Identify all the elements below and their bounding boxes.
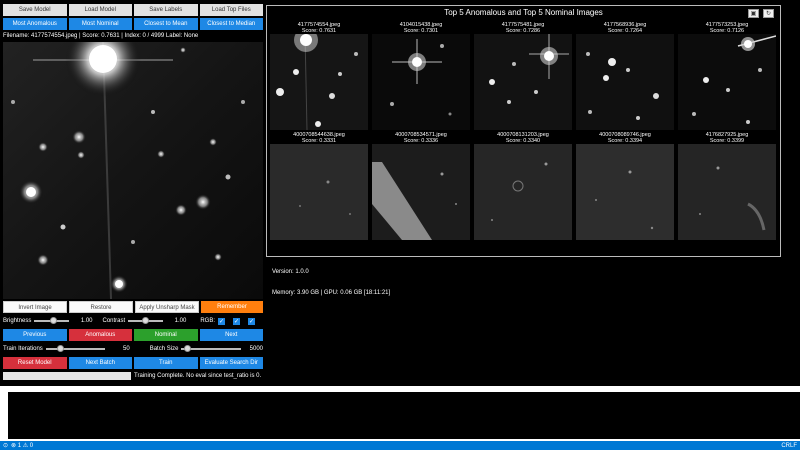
next-batch-button[interactable]: Next Batch (68, 357, 132, 369)
problems-indicator[interactable]: ⊗ 1 ⚠ 0 (11, 442, 33, 449)
brightness-slider[interactable] (34, 317, 69, 324)
restore-button[interactable]: Restore (69, 301, 133, 313)
thumbnail-image (270, 34, 368, 130)
status-message: Training Complete. No eval since test_ra… (134, 373, 262, 379)
thumbnail-image (372, 144, 470, 240)
batch-size-knob[interactable] (183, 345, 191, 352)
main-image (3, 42, 263, 299)
nominal-button[interactable]: Nominal (134, 329, 198, 341)
remote-icon[interactable]: ⊙ (3, 442, 8, 449)
closest-to-mean-button[interactable]: Closest to Mean (134, 18, 198, 30)
save-model-button[interactable]: Save Model (3, 4, 67, 16)
train-iterations-knob[interactable] (57, 345, 65, 352)
thumbnail[interactable]: 4000708544638.jpeg Score: 0.3331 (270, 132, 368, 240)
progress-bar (3, 372, 131, 380)
version-text: Version: 1.0.0 (272, 269, 309, 275)
green-channel-checkbox[interactable]: ✓ (233, 317, 240, 325)
train-button[interactable]: Train (134, 357, 198, 369)
file-info: Filename: 4177574554.jpeg | Score: 0.763… (3, 33, 199, 39)
brightness-value: 1.00 (80, 318, 93, 324)
next-button[interactable]: Next (199, 329, 263, 341)
thumbnail-image (576, 34, 674, 130)
thumbnail-image (678, 34, 776, 130)
thumbnail[interactable]: 4177575481.jpeg Score: 0.7286 (474, 22, 572, 130)
train-iterations-label: Train Iterations (3, 346, 43, 352)
nominal-row: 4000708544638.jpeg Score: 0.3331 4000708… (270, 132, 778, 240)
app-root: Save Model Load Model Save Labels Load T… (0, 0, 800, 450)
thumbnail-image (372, 34, 470, 130)
main-image-viewer[interactable] (3, 42, 263, 299)
thumbnail[interactable]: 4177573253.jpeg Score: 0.7126 (678, 22, 776, 130)
anomalous-row: 4177574554.jpeg Score: 0.7631 4104015438… (270, 22, 778, 130)
thumbnail[interactable]: 4104015438.jpeg Score: 0.7301 (372, 22, 470, 130)
thumbnail-image (270, 144, 368, 240)
terminal-panel[interactable] (8, 392, 800, 439)
brightness-knob[interactable] (49, 317, 57, 324)
thumbnail[interactable]: 4177574554.jpeg Score: 0.7631 (270, 22, 368, 130)
batch-size-label: Batch Size (149, 346, 179, 352)
contrast-knob[interactable] (141, 317, 149, 324)
refresh-icon[interactable]: ↻ (763, 9, 774, 18)
memory-text: Memory: 3.90 GB | GPU: 0.06 GB [18:11:21… (272, 290, 391, 296)
top-images-gallery: Top 5 Anomalous and Top 5 Nominal Images… (266, 5, 781, 257)
reset-model-button[interactable]: Reset Model (3, 357, 67, 369)
rgb-label: RGB: (200, 318, 215, 324)
train-iterations-value: 50 (123, 346, 130, 352)
adjust-row: Brightness 1.00 Contrast 1.00 RGB: ✓ ✓ ✓ (3, 315, 263, 327)
most-anomalous-button[interactable]: Most Anomalous (3, 18, 67, 30)
invert-image-button[interactable]: Invert Image (3, 301, 67, 313)
thumbnail-image (576, 144, 674, 240)
thumbnail-image (474, 34, 572, 130)
train-iterations-slider[interactable] (45, 345, 106, 352)
batch-size-slider[interactable] (181, 345, 241, 352)
most-nominal-button[interactable]: Most Nominal (68, 18, 132, 30)
brightness-label: Brightness (3, 318, 32, 324)
editor-status-bar: ⊙ ⊗ 1 ⚠ 0 CRLF (0, 441, 800, 450)
load-model-button[interactable]: Load Model (68, 4, 132, 16)
gallery-title: Top 5 Anomalous and Top 5 Nominal Images (444, 8, 603, 17)
anomalous-button[interactable]: Anomalous (68, 329, 132, 341)
previous-button[interactable]: Previous (3, 329, 67, 341)
remember-button[interactable]: Remember (201, 301, 263, 313)
closest-to-median-button[interactable]: Closest to Median (199, 18, 263, 30)
red-channel-checkbox[interactable]: ✓ (218, 317, 225, 325)
evaluate-search-dir-button[interactable]: Evaluate Search Dir (199, 357, 263, 369)
thumbnail[interactable]: 4000708131203.jpeg Score: 0.3340 (474, 132, 572, 240)
line-ending-indicator[interactable]: CRLF (781, 443, 797, 449)
save-labels-button[interactable]: Save Labels (134, 4, 198, 16)
load-top-files-button[interactable]: Load Top Files (199, 4, 263, 16)
contrast-slider[interactable] (128, 317, 163, 324)
save-icon[interactable]: ▣ (748, 9, 759, 18)
contrast-label: Contrast (102, 318, 126, 324)
progress-fill (3, 372, 131, 380)
blue-channel-checkbox[interactable]: ✓ (248, 317, 255, 325)
contrast-value: 1.00 (174, 318, 187, 324)
thumbnail[interactable]: 4000708534571.jpeg Score: 0.3336 (372, 132, 470, 240)
unsharp-mask-button[interactable]: Apply Unsharp Mask (135, 301, 199, 313)
training-status: Training Complete. No eval since test_ra… (3, 371, 263, 381)
thumbnail[interactable]: 4177568936.jpeg Score: 0.7264 (576, 22, 674, 130)
batch-size-value: 5000 (249, 346, 263, 352)
thumbnail-image (474, 144, 572, 240)
train-row: Train Iterations 50 Batch Size 5000 (3, 343, 263, 355)
control-panel: Save Model Load Model Save Labels Load T… (3, 4, 263, 381)
thumbnail[interactable]: 4176827925.jpeg Score: 0.3399 (678, 132, 776, 240)
thumbnail-image (678, 144, 776, 240)
thumbnail[interactable]: 4000708089746.jpeg Score: 0.3394 (576, 132, 674, 240)
